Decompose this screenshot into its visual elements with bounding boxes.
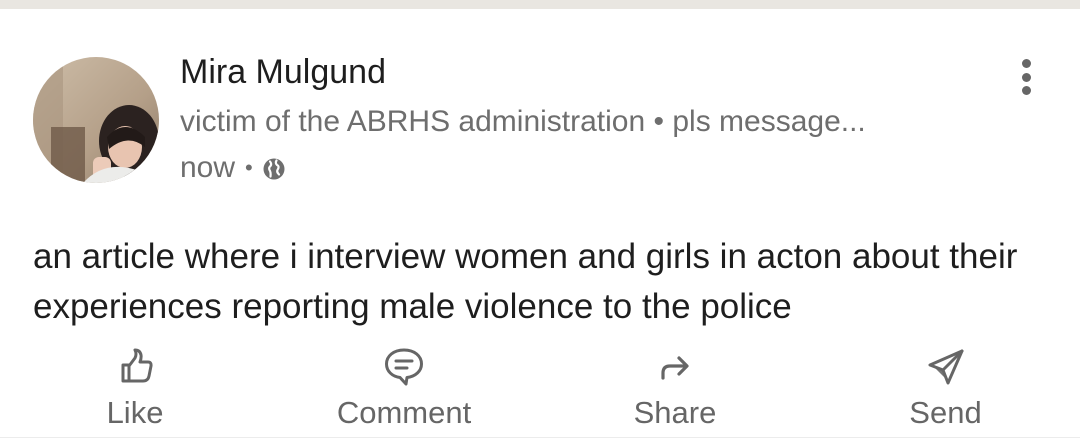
like-label: Like	[106, 395, 164, 430]
more-options-dot	[1021, 72, 1031, 82]
comment-bubble-icon	[385, 348, 423, 386]
top-divider-strip	[0, 0, 1080, 9]
post-timestamp: now	[180, 151, 236, 184]
post-meta: now •	[180, 150, 286, 186]
comment-label: Comment	[336, 395, 472, 430]
like-button[interactable]: Like	[90, 345, 180, 435]
share-label: Share	[633, 395, 717, 430]
more-options-button[interactable]	[1006, 55, 1046, 99]
globe-icon	[263, 158, 285, 180]
share-button[interactable]: Share	[620, 345, 730, 435]
post-text: an article where i interview women and g…	[33, 237, 1018, 326]
avatar[interactable]	[33, 57, 159, 183]
comment-button[interactable]: Comment	[324, 345, 484, 435]
send-label: Send	[909, 395, 982, 430]
bottom-divider	[0, 437, 1080, 438]
meta-separator: •	[245, 155, 253, 180]
author-headline: victim of the ABRHS administration • pls…	[180, 105, 866, 138]
send-button[interactable]: Send	[893, 345, 998, 435]
author-name[interactable]: Mira Mulgund	[180, 53, 386, 92]
send-plane-icon	[928, 349, 963, 385]
more-options-dot	[1021, 59, 1031, 68]
post-card: Mira Mulgund victim of the ABRHS adminis…	[0, 9, 1080, 446]
share-arrow-icon	[661, 356, 689, 380]
thumbs-up-icon	[121, 348, 153, 383]
more-options-dot	[1021, 86, 1031, 95]
avatar-photo	[33, 57, 159, 183]
